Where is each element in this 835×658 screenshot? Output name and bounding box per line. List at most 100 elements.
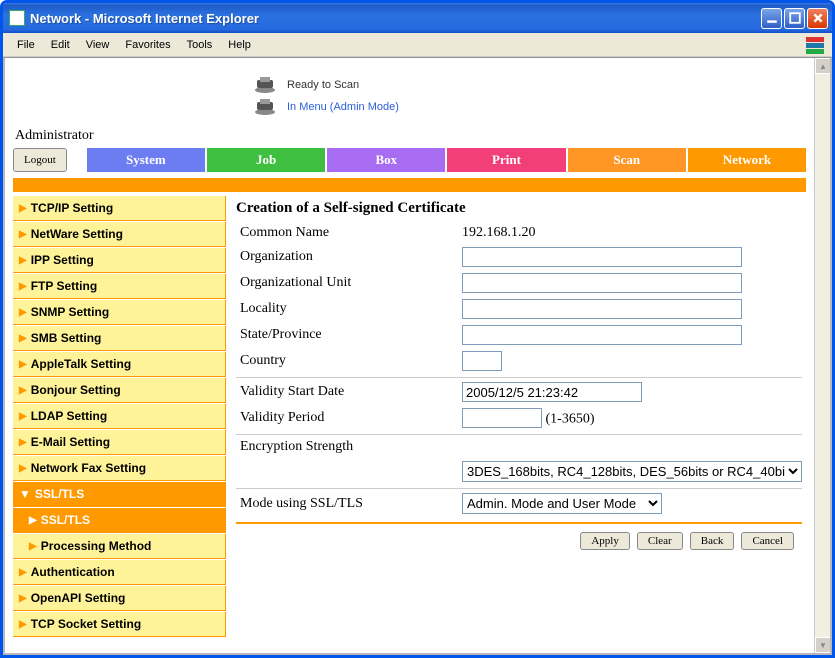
arrow-right-icon: ▶ (19, 619, 27, 630)
mode-select[interactable]: Admin. Mode and User Mode (462, 493, 662, 514)
arrow-right-icon: ▶ (19, 255, 27, 266)
sidebar-item-netfax[interactable]: ▶Network Fax Setting (13, 456, 226, 481)
detail-pane: Creation of a Self-signed Certificate Co… (232, 196, 806, 637)
arrow-right-icon: ▶ (19, 281, 27, 292)
validity-period-input[interactable] (462, 408, 542, 428)
close-button[interactable] (807, 8, 828, 29)
printer-icon (253, 98, 277, 116)
scroll-down-icon[interactable]: ▼ (815, 637, 831, 653)
window-title: Network - Microsoft Internet Explorer (30, 11, 761, 26)
arrow-right-icon: ▶ (19, 333, 27, 344)
sidebar-group-ssl-tls[interactable]: ▼SSL/TLS (13, 482, 226, 507)
divider (236, 488, 802, 489)
arrow-right-icon: ▶ (19, 203, 27, 214)
status-menu-label: In Menu (Admin Mode) (287, 101, 399, 113)
arrow-right-icon: ▶ (19, 385, 27, 396)
common-name-label: Common Name (236, 225, 462, 241)
back-button[interactable]: Back (690, 532, 735, 550)
printer-icon (253, 76, 277, 94)
arrow-right-icon: ▶ (19, 593, 27, 604)
validity-period-label: Validity Period (236, 410, 462, 426)
arrow-right-icon: ▶ (19, 463, 27, 474)
tab-job[interactable]: Job (207, 148, 327, 172)
page-content: Ready to Scan In Menu (Admin Mode) Admin… (5, 58, 814, 653)
administrator-label: Administrator (15, 128, 806, 144)
sidebar-sub-ssl-tls[interactable]: ▶SSL/TLS (13, 508, 226, 533)
menu-edit[interactable]: Edit (43, 36, 78, 54)
sidebar-item-ipp[interactable]: ▶IPP Setting (13, 248, 226, 273)
arrow-right-icon: ▶ (19, 567, 27, 578)
status-ready-label: Ready to Scan (287, 79, 359, 91)
tab-print[interactable]: Print (447, 148, 567, 172)
validity-period-range: (1-3650) (546, 412, 595, 427)
country-input[interactable] (462, 351, 502, 371)
country-label: Country (236, 353, 462, 369)
sidebar-item-ldap[interactable]: ▶LDAP Setting (13, 404, 226, 429)
menu-view[interactable]: View (78, 36, 118, 54)
tab-network[interactable]: Network (688, 148, 806, 172)
cancel-button[interactable]: Cancel (741, 532, 794, 550)
logout-button[interactable]: Logout (13, 148, 67, 172)
arrow-down-icon: ▼ (19, 487, 31, 501)
arrow-right-icon: ▶ (19, 307, 27, 318)
window-frame: Network - Microsoft Internet Explorer Fi… (0, 0, 835, 658)
tab-system[interactable]: System (87, 148, 207, 172)
minimize-button[interactable] (761, 8, 782, 29)
main-tabs: System Job Box Print Scan Network (87, 148, 806, 172)
maximize-button[interactable] (784, 8, 805, 29)
sidebar-item-processing-method[interactable]: ▶Processing Method (13, 534, 226, 559)
arrow-right-icon: ▶ (19, 437, 27, 448)
org-unit-label: Organizational Unit (236, 275, 462, 291)
encryption-label: Encryption Strength (236, 439, 462, 455)
action-row: Apply Clear Back Cancel (236, 532, 802, 550)
arrow-right-icon: ▶ (19, 229, 27, 240)
browser-viewport: Ready to Scan In Menu (Admin Mode) Admin… (3, 57, 832, 655)
window-controls (761, 8, 828, 29)
arrow-right-icon: ▶ (19, 411, 27, 422)
titlebar: Network - Microsoft Internet Explorer (3, 3, 832, 33)
ie-logo-icon (804, 34, 826, 56)
device-status: Ready to Scan In Menu (Admin Mode) (253, 76, 806, 116)
locality-input[interactable] (462, 299, 742, 319)
section-divider (236, 522, 802, 524)
section-divider (13, 178, 806, 192)
mode-label: Mode using SSL/TLS (236, 496, 462, 512)
form-heading: Creation of a Self-signed Certificate (236, 200, 802, 217)
state-input[interactable] (462, 325, 742, 345)
menu-file[interactable]: File (9, 36, 43, 54)
menu-tools[interactable]: Tools (179, 36, 221, 54)
sidebar-item-ftp[interactable]: ▶FTP Setting (13, 274, 226, 299)
tab-box[interactable]: Box (327, 148, 447, 172)
menubar: File Edit View Favorites Tools Help (3, 33, 832, 57)
sidebar-item-bonjour[interactable]: ▶Bonjour Setting (13, 378, 226, 403)
sidebar-item-appletalk[interactable]: ▶AppleTalk Setting (13, 352, 226, 377)
tab-scan[interactable]: Scan (568, 148, 688, 172)
app-icon (9, 10, 25, 26)
scroll-up-icon[interactable]: ▲ (815, 58, 831, 74)
sidebar-item-openapi[interactable]: ▶OpenAPI Setting (13, 586, 226, 611)
arrow-right-icon: ▶ (29, 541, 37, 552)
divider (236, 434, 802, 435)
encryption-select[interactable]: 3DES_168bits, RC4_128bits, DES_56bits or… (462, 461, 802, 482)
sidebar-item-authentication[interactable]: ▶Authentication (13, 560, 226, 585)
sidebar-item-smb[interactable]: ▶SMB Setting (13, 326, 226, 351)
sidebar-item-snmp[interactable]: ▶SNMP Setting (13, 300, 226, 325)
locality-label: Locality (236, 301, 462, 317)
vertical-scrollbar[interactable]: ▲ ▼ (814, 58, 830, 653)
apply-button[interactable]: Apply (580, 532, 630, 550)
sidebar-item-tcpsocket[interactable]: ▶TCP Socket Setting (13, 612, 226, 637)
arrow-right-icon: ▶ (19, 359, 27, 370)
org-unit-input[interactable] (462, 273, 742, 293)
sidebar-item-netware[interactable]: ▶NetWare Setting (13, 222, 226, 247)
organization-label: Organization (236, 249, 462, 265)
menu-favorites[interactable]: Favorites (117, 36, 178, 54)
validity-start-label: Validity Start Date (236, 384, 462, 400)
organization-input[interactable] (462, 247, 742, 267)
sidebar: ▶TCP/IP Setting ▶NetWare Setting ▶IPP Se… (13, 196, 226, 637)
sidebar-item-email[interactable]: ▶E-Mail Setting (13, 430, 226, 455)
sidebar-item-tcpip[interactable]: ▶TCP/IP Setting (13, 196, 226, 221)
divider (236, 377, 802, 378)
menu-help[interactable]: Help (220, 36, 259, 54)
validity-start-input[interactable] (462, 382, 642, 402)
clear-button[interactable]: Clear (637, 532, 683, 550)
